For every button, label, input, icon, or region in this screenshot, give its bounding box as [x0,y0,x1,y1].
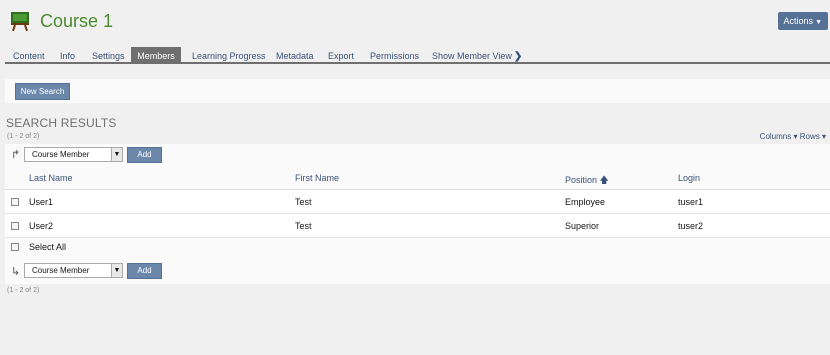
add-button-top[interactable]: Add [127,147,162,163]
add-button-bottom[interactable]: Add [127,263,162,279]
arrow-down-right-icon: ↳ [11,266,21,278]
page-header: Course 1 Actions ▼ [0,0,830,46]
role-select-top-value: Course Member [32,150,90,159]
role-select-bottom[interactable]: Course Member ▼ [24,263,123,278]
tab-permissions[interactable]: Permissions [370,47,419,64]
search-toolbar: New Search [5,79,830,103]
tab-show-member-view-label: Show Member View [432,51,512,61]
tab-settings[interactable]: Settings [92,47,125,64]
chevron-right-icon: ❯ [513,51,523,62]
table-row: User2 Test Superior tuser2 [5,214,830,238]
dropdown-arrow-icon: ▼ [111,148,122,161]
cell-login: tuser2 [678,221,704,231]
column-header-position[interactable]: Position 🡅 [565,173,609,189]
position-header-label: Position [565,175,598,185]
tab-info[interactable]: Info [60,47,75,64]
tab-metadata[interactable]: Metadata [276,47,314,64]
tab-export[interactable]: Export [328,47,354,64]
actions-button[interactable]: Actions ▼ [777,12,828,30]
tab-learning-progress[interactable]: Learning Progress [192,47,266,64]
tab-members[interactable]: Members [131,47,181,64]
cell-position: Superior [565,221,600,231]
table-row: User1 Test Employee tuser1 [5,190,830,214]
table-options: Columns ▾ Rows ▾ [760,132,826,141]
caret-down-icon: ▾ [793,132,798,141]
row-checkbox[interactable] [11,222,19,230]
row-checkbox[interactable] [11,198,19,206]
column-header-last-name[interactable]: Last Name [29,173,73,183]
role-select-top[interactable]: Course Member ▼ [24,147,123,162]
column-header-first-name[interactable]: First Name [295,173,339,183]
columns-dropdown[interactable]: Columns ▾ [760,132,798,141]
tab-show-member-view[interactable]: Show Member View ❯ [432,47,522,64]
arrow-up-right-icon: ↱ [11,149,21,161]
tab-content[interactable]: Content [13,47,45,64]
cell-first-name: Test [295,221,312,231]
cell-last-name: User2 [29,221,54,231]
chalkboard-icon [11,12,29,32]
cell-position: Employee [565,197,606,207]
results-range-top: (1 - 2 of 2) [7,133,40,140]
column-header-login[interactable]: Login [678,173,700,183]
cell-first-name: Test [295,197,312,207]
new-search-button[interactable]: New Search [15,83,70,100]
caret-down-icon: ▾ [821,132,826,141]
results-range-bottom: (1 - 2 of 2) [7,287,40,294]
rows-dropdown[interactable]: Rows ▾ [800,132,826,141]
select-all-label: Select All [29,242,67,252]
table-header: Last Name First Name Position 🡅 Login [5,166,830,190]
columns-label: Columns [759,132,792,141]
rows-label: Rows [799,132,820,141]
page-title: Course 1 [40,11,114,31]
tab-bar: Content Info Settings Members Learning P… [5,47,830,64]
dropdown-arrow-icon: ▼ [111,264,122,277]
results-title: SEARCH RESULTS [6,116,117,130]
cell-login: tuser1 [678,197,704,207]
role-select-bottom-value: Course Member [32,266,90,275]
results-panel: ↱ Course Member ▼ Add Last Name First Na… [5,144,830,284]
select-all-checkbox[interactable] [11,243,19,251]
sort-up-icon: 🡅 [599,175,609,185]
cell-last-name: User1 [29,197,54,207]
actions-label: Actions [783,16,814,26]
caret-down-icon: ▼ [815,19,822,26]
